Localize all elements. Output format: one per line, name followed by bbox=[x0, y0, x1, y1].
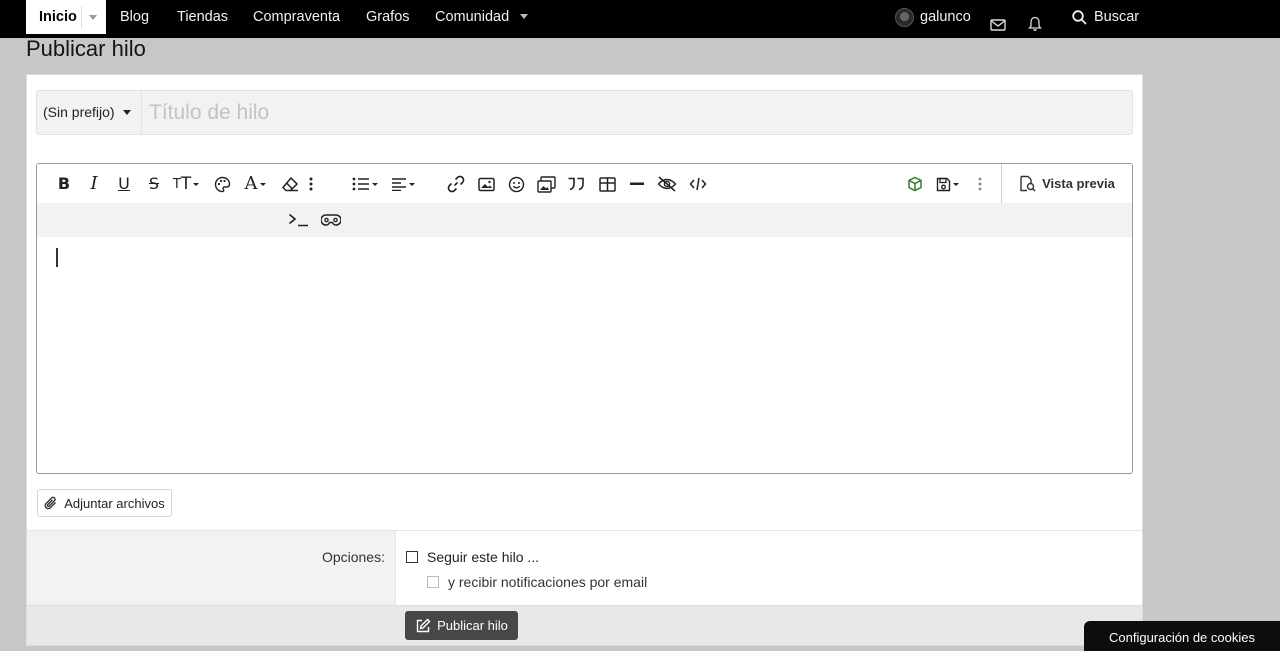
attach-files-label: Adjuntar archivos bbox=[64, 495, 165, 511]
avatar bbox=[895, 7, 914, 27]
prefix-select[interactable]: (Sin prefijo) bbox=[37, 91, 142, 134]
nav-home-divider bbox=[81, 6, 82, 28]
hidden-icon[interactable] bbox=[654, 171, 680, 197]
text-cursor bbox=[56, 248, 58, 267]
paperclip-icon bbox=[44, 496, 57, 509]
options-row: Opciones: Seguir este hilo ... y recibir… bbox=[27, 530, 1142, 607]
underline-icon[interactable]: U bbox=[111, 171, 137, 197]
envelope-icon[interactable] bbox=[990, 11, 1006, 31]
preview-button[interactable]: Vista previa bbox=[1001, 164, 1132, 203]
toolbar-row-main: B I U S TT A bbox=[37, 164, 1001, 203]
prefix-value: (Sin prefijo) bbox=[43, 104, 115, 120]
prefix-chevron-down-icon bbox=[123, 110, 131, 115]
font-family-icon[interactable]: A bbox=[241, 171, 269, 197]
bold-icon[interactable]: B bbox=[51, 171, 77, 197]
email-notify-label: y recibir notificaciones por email bbox=[448, 574, 648, 590]
nav-tiendas[interactable]: Tiendas bbox=[177, 0, 228, 34]
strikethrough-icon[interactable]: S bbox=[141, 171, 167, 197]
gamepad-icon[interactable] bbox=[318, 207, 344, 233]
italic-icon[interactable]: I bbox=[81, 171, 107, 197]
username: galunco bbox=[920, 9, 971, 25]
save-drafts-icon[interactable] bbox=[931, 171, 963, 197]
email-notify-checkbox[interactable]: y recibir notificaciones por email bbox=[427, 574, 647, 590]
search-icon bbox=[1072, 9, 1087, 25]
options-label-cell: Opciones: bbox=[27, 531, 395, 607]
nav-home-tab[interactable]: Inicio bbox=[26, 0, 106, 34]
more-options-icon[interactable] bbox=[972, 171, 988, 197]
horizontal-line-icon[interactable] bbox=[624, 171, 650, 197]
nav-grafos[interactable]: Grafos bbox=[366, 0, 410, 34]
preview-label: Vista previa bbox=[1042, 176, 1115, 191]
nav-comunidad[interactable]: Comunidad bbox=[435, 0, 509, 34]
follow-thread-label: Seguir este hilo ... bbox=[427, 549, 540, 565]
email-notify-box[interactable] bbox=[427, 576, 439, 588]
search-label: Buscar bbox=[1094, 9, 1140, 25]
cube-icon[interactable] bbox=[902, 171, 928, 197]
top-navigation: Inicio Blog Tiendas Compraventa Grafos C… bbox=[0, 0, 1280, 38]
terminal-icon[interactable] bbox=[285, 207, 313, 233]
attach-files-button[interactable]: Adjuntar archivos bbox=[37, 489, 172, 517]
nav-compraventa[interactable]: Compraventa bbox=[253, 0, 340, 34]
eraser-icon[interactable] bbox=[277, 171, 303, 197]
search-button[interactable]: Buscar bbox=[1072, 0, 1139, 34]
palette-icon[interactable] bbox=[209, 171, 235, 197]
nav-blog[interactable]: Blog bbox=[120, 0, 149, 34]
submit-thread-button[interactable]: Publicar hilo bbox=[405, 611, 518, 640]
media-icon[interactable] bbox=[533, 171, 559, 197]
follow-thread-box[interactable] bbox=[406, 551, 418, 563]
thread-title-input[interactable] bbox=[143, 91, 1131, 134]
editor-content-area[interactable] bbox=[37, 237, 1132, 473]
options-label: Opciones: bbox=[321, 549, 385, 565]
code-icon[interactable] bbox=[685, 171, 711, 197]
form-footer: Publicar hilo bbox=[27, 605, 1142, 645]
options-controls: Seguir este hilo ... y recibir notificac… bbox=[395, 531, 1135, 607]
list-icon[interactable] bbox=[349, 171, 381, 197]
preview-icon bbox=[1020, 175, 1036, 192]
comunidad-chevron-down-icon[interactable] bbox=[520, 14, 528, 19]
editor-toolbar: B I U S TT A Vista previa bbox=[37, 164, 1132, 237]
smiley-icon[interactable] bbox=[503, 171, 529, 197]
submit-thread-label: Publicar hilo bbox=[437, 618, 508, 633]
align-icon[interactable] bbox=[387, 171, 419, 197]
page-title: Publicar hilo bbox=[26, 36, 146, 61]
cookie-settings-button[interactable]: Configuración de cookies bbox=[1084, 621, 1280, 651]
more-vertical-icon[interactable] bbox=[303, 171, 319, 197]
quote-icon[interactable] bbox=[563, 171, 589, 197]
table-icon[interactable] bbox=[594, 171, 620, 197]
font-size-icon[interactable]: TT bbox=[169, 171, 203, 197]
edit-icon bbox=[416, 618, 431, 632]
rich-text-editor: B I U S TT A Vista previa bbox=[36, 163, 1133, 474]
thread-form-panel: (Sin prefijo) B I U S TT A bbox=[26, 74, 1143, 646]
bell-icon[interactable] bbox=[1028, 11, 1042, 31]
follow-thread-checkbox[interactable]: Seguir este hilo ... bbox=[406, 549, 539, 565]
nav-home-label: Inicio bbox=[39, 9, 77, 25]
link-icon[interactable] bbox=[443, 171, 469, 197]
user-menu[interactable]: galunco bbox=[895, 0, 971, 34]
chevron-down-icon[interactable] bbox=[89, 15, 97, 20]
image-icon[interactable] bbox=[473, 171, 499, 197]
thread-title-row: (Sin prefijo) bbox=[36, 90, 1133, 135]
